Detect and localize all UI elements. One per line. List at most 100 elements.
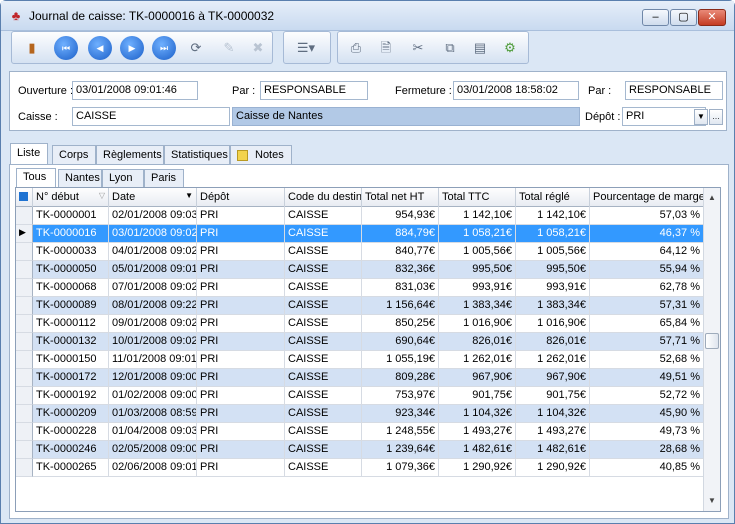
table-row[interactable]: TK-0000265 02/06/2008 09:01 PRI CAISSE 1 079… — [16, 459, 704, 477]
col-depot[interactable]: Dépôt — [197, 188, 285, 207]
previous-record-icon[interactable]: ◀ — [88, 36, 112, 60]
table-cell[interactable]: TK-0000033 — [33, 243, 109, 261]
table-cell[interactable]: TK-0000001 — [33, 207, 109, 225]
last-record-icon[interactable]: ⏭ — [152, 36, 176, 60]
row-header[interactable] — [16, 459, 33, 477]
row-header[interactable] — [16, 279, 33, 297]
table-cell[interactable]: 901,75€ — [439, 387, 516, 405]
table-cell[interactable]: 52,68 % — [590, 351, 704, 369]
table-cell[interactable]: 884,79€ — [362, 225, 439, 243]
maximize-button[interactable]: ▢ — [670, 9, 697, 26]
table-row[interactable]: TK-0000089 08/01/2008 09:22 PRI CAISSE 1 156… — [16, 297, 704, 315]
tab-reglements[interactable]: Règlements — [96, 145, 164, 165]
table-cell[interactable]: 02/01/2008 09:03 — [109, 207, 197, 225]
tools-icon[interactable]: ⚙ — [498, 36, 522, 60]
row-header[interactable] — [16, 297, 33, 315]
col-total-ttc[interactable]: Total TTC — [439, 188, 516, 207]
table-cell[interactable]: 45,90 % — [590, 405, 704, 423]
table-row[interactable]: TK-0000209 01/03/2008 08:59 PRI CAISSE 923,3… — [16, 405, 704, 423]
close-button[interactable]: ✕ — [698, 9, 726, 26]
table-row[interactable]: TK-0000068 07/01/2008 09:02 PRI CAISSE 831,0… — [16, 279, 704, 297]
preview-icon[interactable]: 🗎 — [374, 36, 398, 60]
row-header[interactable] — [16, 387, 33, 405]
col-code-destin[interactable]: Code du destin — [285, 188, 362, 207]
table-cell[interactable]: TK-0000150 — [33, 351, 109, 369]
row-header[interactable]: ▶ — [16, 225, 33, 243]
table-cell[interactable]: 1 482,61€ — [516, 441, 590, 459]
table-cell[interactable]: 690,64€ — [362, 333, 439, 351]
ouverture-field[interactable]: 03/01/2008 09:01:46 — [72, 81, 198, 100]
caisse-field[interactable]: CAISSE — [72, 107, 230, 126]
table-cell[interactable]: TK-0000132 — [33, 333, 109, 351]
table-cell[interactable]: CAISSE — [285, 387, 362, 405]
table-cell[interactable]: 1 016,90€ — [439, 315, 516, 333]
table-cell[interactable]: CAISSE — [285, 459, 362, 477]
table-row[interactable]: TK-0000132 10/01/2008 09:02 PRI CAISSE 690,6… — [16, 333, 704, 351]
table-cell[interactable]: 03/01/2008 09:02 — [109, 225, 197, 243]
table-cell[interactable]: 09/01/2008 09:02 — [109, 315, 197, 333]
row-header[interactable] — [16, 333, 33, 351]
table-cell[interactable]: 05/01/2008 09:01 — [109, 261, 197, 279]
table-cell[interactable]: 55,94 % — [590, 261, 704, 279]
subtab-nantes[interactable]: Nantes — [58, 169, 102, 187]
table-cell[interactable]: 1 493,27€ — [439, 423, 516, 441]
table-cell[interactable]: PRI — [197, 207, 285, 225]
table-cell[interactable]: 826,01€ — [516, 333, 590, 351]
table-cell[interactable]: TK-0000228 — [33, 423, 109, 441]
table-cell[interactable]: 840,77€ — [362, 243, 439, 261]
col-date[interactable]: Date ▼ — [109, 188, 197, 207]
table-cell[interactable]: PRI — [197, 351, 285, 369]
table-cell[interactable]: 04/01/2008 09:02 — [109, 243, 197, 261]
table-cell[interactable]: 809,28€ — [362, 369, 439, 387]
first-record-icon[interactable]: ⏮ — [54, 36, 78, 60]
table-cell[interactable]: CAISSE — [285, 441, 362, 459]
table-cell[interactable]: 831,03€ — [362, 279, 439, 297]
table-cell[interactable]: TK-0000050 — [33, 261, 109, 279]
refresh-icon[interactable]: ⟳ — [184, 36, 208, 60]
table-cell[interactable]: 1 262,01€ — [439, 351, 516, 369]
table-cell[interactable]: TK-0000192 — [33, 387, 109, 405]
table-row[interactable]: TK-0000172 12/01/2008 09:00 PRI CAISSE 809,2… — [16, 369, 704, 387]
table-cell[interactable]: 49,73 % — [590, 423, 704, 441]
document-icon[interactable]: ▤ — [468, 36, 492, 60]
table-row[interactable]: TK-0000050 05/01/2008 09:01 PRI CAISSE 832,3… — [16, 261, 704, 279]
select-all-icon[interactable] — [16, 188, 33, 207]
table-cell[interactable]: 08/01/2008 09:22 — [109, 297, 197, 315]
table-cell[interactable]: 02/05/2008 09:00 — [109, 441, 197, 459]
table-cell[interactable]: 753,97€ — [362, 387, 439, 405]
table-cell[interactable]: TK-0000246 — [33, 441, 109, 459]
table-cell[interactable]: PRI — [197, 243, 285, 261]
table-cell[interactable]: 1 142,10€ — [516, 207, 590, 225]
table-cell[interactable]: CAISSE — [285, 261, 362, 279]
table-cell[interactable]: 1 055,19€ — [362, 351, 439, 369]
tab-notes[interactable]: Notes — [230, 145, 292, 165]
row-header[interactable] — [16, 351, 33, 369]
table-cell[interactable]: 1 005,56€ — [516, 243, 590, 261]
vertical-scrollbar[interactable]: ▲ ▼ — [703, 188, 720, 511]
table-cell[interactable]: PRI — [197, 261, 285, 279]
table-cell[interactable]: 07/01/2008 09:02 — [109, 279, 197, 297]
table-cell[interactable]: 01/02/2008 09:00 — [109, 387, 197, 405]
row-header[interactable] — [16, 243, 33, 261]
table-cell[interactable]: PRI — [197, 225, 285, 243]
door-icon[interactable]: ▮ — [20, 36, 44, 60]
row-header[interactable] — [16, 315, 33, 333]
tab-corps[interactable]: Corps — [52, 145, 96, 165]
table-cell[interactable]: PRI — [197, 315, 285, 333]
table-cell[interactable]: TK-0000265 — [33, 459, 109, 477]
table-cell[interactable]: 995,50€ — [516, 261, 590, 279]
table-cell[interactable]: 826,01€ — [439, 333, 516, 351]
table-cell[interactable]: CAISSE — [285, 297, 362, 315]
table-cell[interactable]: CAISSE — [285, 279, 362, 297]
tab-statistiques[interactable]: Statistiques — [164, 145, 230, 165]
table-cell[interactable]: CAISSE — [285, 315, 362, 333]
col-pourcentage-marge[interactable]: Pourcentage de marge — [590, 188, 704, 207]
table-row[interactable]: TK-0000112 09/01/2008 09:02 PRI CAISSE 850,2… — [16, 315, 704, 333]
table-cell[interactable]: PRI — [197, 423, 285, 441]
col-num-debut[interactable]: N° début ▽ — [33, 188, 109, 207]
table-row[interactable]: TK-0000150 11/01/2008 09:01 PRI CAISSE 1 055… — [16, 351, 704, 369]
table-row[interactable]: TK-0000001 02/01/2008 09:03 PRI CAISSE 954,9… — [16, 207, 704, 225]
table-cell[interactable]: 993,91€ — [516, 279, 590, 297]
table-cell[interactable]: 1 156,64€ — [362, 297, 439, 315]
depot-browse-button[interactable]: … — [709, 109, 723, 125]
